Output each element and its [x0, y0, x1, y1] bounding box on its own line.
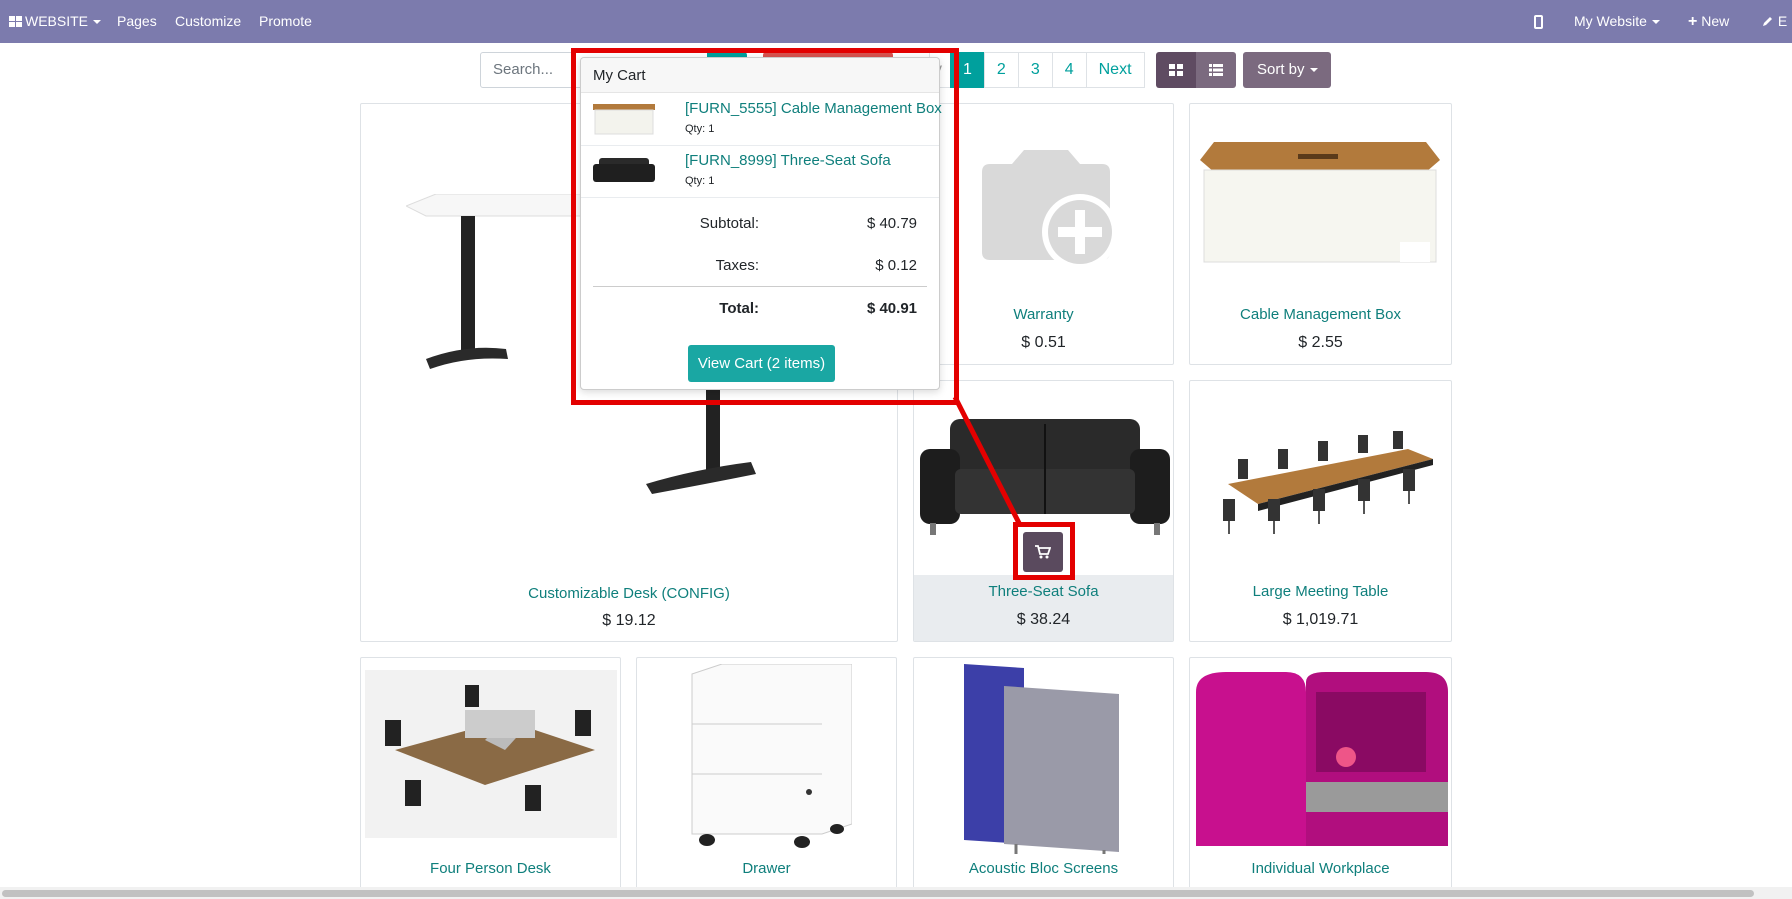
drawer-image	[691, 664, 852, 848]
pages-menu[interactable]: Pages	[117, 0, 157, 43]
product-name[interactable]: Individual Workplace	[1190, 860, 1451, 877]
grid-view-button[interactable]	[1156, 52, 1196, 88]
product-name[interactable]: Drawer	[637, 860, 896, 877]
highlight-connector-line	[952, 395, 1023, 527]
website-menu[interactable]: WEBSITE	[9, 0, 102, 43]
plus-icon: +	[1688, 13, 1698, 30]
pager-next[interactable]: Next	[1085, 52, 1145, 88]
view-toggle	[1156, 52, 1236, 88]
camera-placeholder-icon	[982, 150, 1118, 270]
horizontal-scrollbar[interactable]	[0, 887, 1792, 899]
product-name[interactable]: Large Meeting Table	[1190, 583, 1451, 600]
product-name[interactable]: Cable Management Box	[1190, 306, 1451, 323]
chevron-down-icon	[1651, 20, 1660, 25]
product-price: $ 38.24	[1016, 611, 1071, 628]
highlight-cart-popover	[571, 48, 959, 405]
cable-box-image	[1200, 142, 1440, 263]
product-price: $ 2.55	[1298, 334, 1343, 351]
my-website-menu[interactable]: My Website	[1574, 0, 1660, 43]
grid-view-icon	[1169, 64, 1183, 76]
product-card[interactable]: Cable Management Box $ 2.55	[1189, 103, 1452, 365]
product-card[interactable]: Large Meeting Table $ 1,019.71	[1189, 380, 1452, 642]
website-menu-label: WEBSITE	[25, 13, 89, 29]
product-card[interactable]: Four Person Desk	[360, 657, 621, 899]
product-name[interactable]: Four Person Desk	[361, 860, 620, 877]
list-view-button[interactable]	[1196, 52, 1236, 88]
list-view-icon	[1209, 64, 1223, 76]
product-name[interactable]: Acoustic Bloc Screens	[914, 860, 1173, 877]
promote-menu[interactable]: Promote	[259, 0, 312, 43]
mobile-preview-icon	[1534, 15, 1543, 30]
new-button[interactable]: + New	[1688, 0, 1729, 43]
pager-page-2[interactable]: 2	[983, 52, 1019, 88]
meeting-table-image	[1223, 431, 1433, 534]
highlight-add-to-cart	[1013, 522, 1075, 580]
pager-page-4[interactable]: 4	[1051, 52, 1087, 88]
customize-menu[interactable]: Customize	[175, 0, 241, 43]
product-card[interactable]: Individual Workplace	[1189, 657, 1452, 899]
acoustic-screens-image	[964, 664, 1119, 854]
chevron-down-icon	[1309, 68, 1318, 73]
edit-button[interactable]: E	[1762, 0, 1787, 43]
product-price: $ 1,019.71	[1282, 611, 1359, 628]
product-card[interactable]: Drawer	[636, 657, 897, 899]
edit-label: E	[1777, 13, 1788, 29]
apps-grid-icon	[9, 16, 22, 27]
product-name[interactable]: Customizable Desk (CONFIG)	[361, 585, 897, 602]
chevron-down-icon	[93, 20, 102, 25]
mobile-preview-button[interactable]	[1534, 0, 1543, 43]
individual-workplace-image	[1196, 672, 1448, 846]
product-name[interactable]: Three-Seat Sofa	[914, 583, 1173, 600]
sort-by-label: Sort by	[1257, 61, 1305, 78]
top-navbar: WEBSITE Pages Customize Promote My Websi…	[0, 0, 1792, 43]
new-label: New	[1701, 13, 1730, 29]
four-person-desk-image	[365, 670, 617, 838]
pager-page-3[interactable]: 3	[1017, 52, 1053, 88]
sort-by-dropdown[interactable]: Sort by	[1243, 52, 1331, 88]
product-price: $ 19.12	[602, 612, 656, 629]
pager: y 1 2 3 4 Next	[929, 52, 1145, 88]
pencil-icon	[1763, 17, 1772, 26]
product-card[interactable]: Acoustic Bloc Screens	[913, 657, 1174, 899]
scrollbar-thumb[interactable]	[2, 890, 1754, 897]
my-website-label: My Website	[1574, 13, 1647, 29]
